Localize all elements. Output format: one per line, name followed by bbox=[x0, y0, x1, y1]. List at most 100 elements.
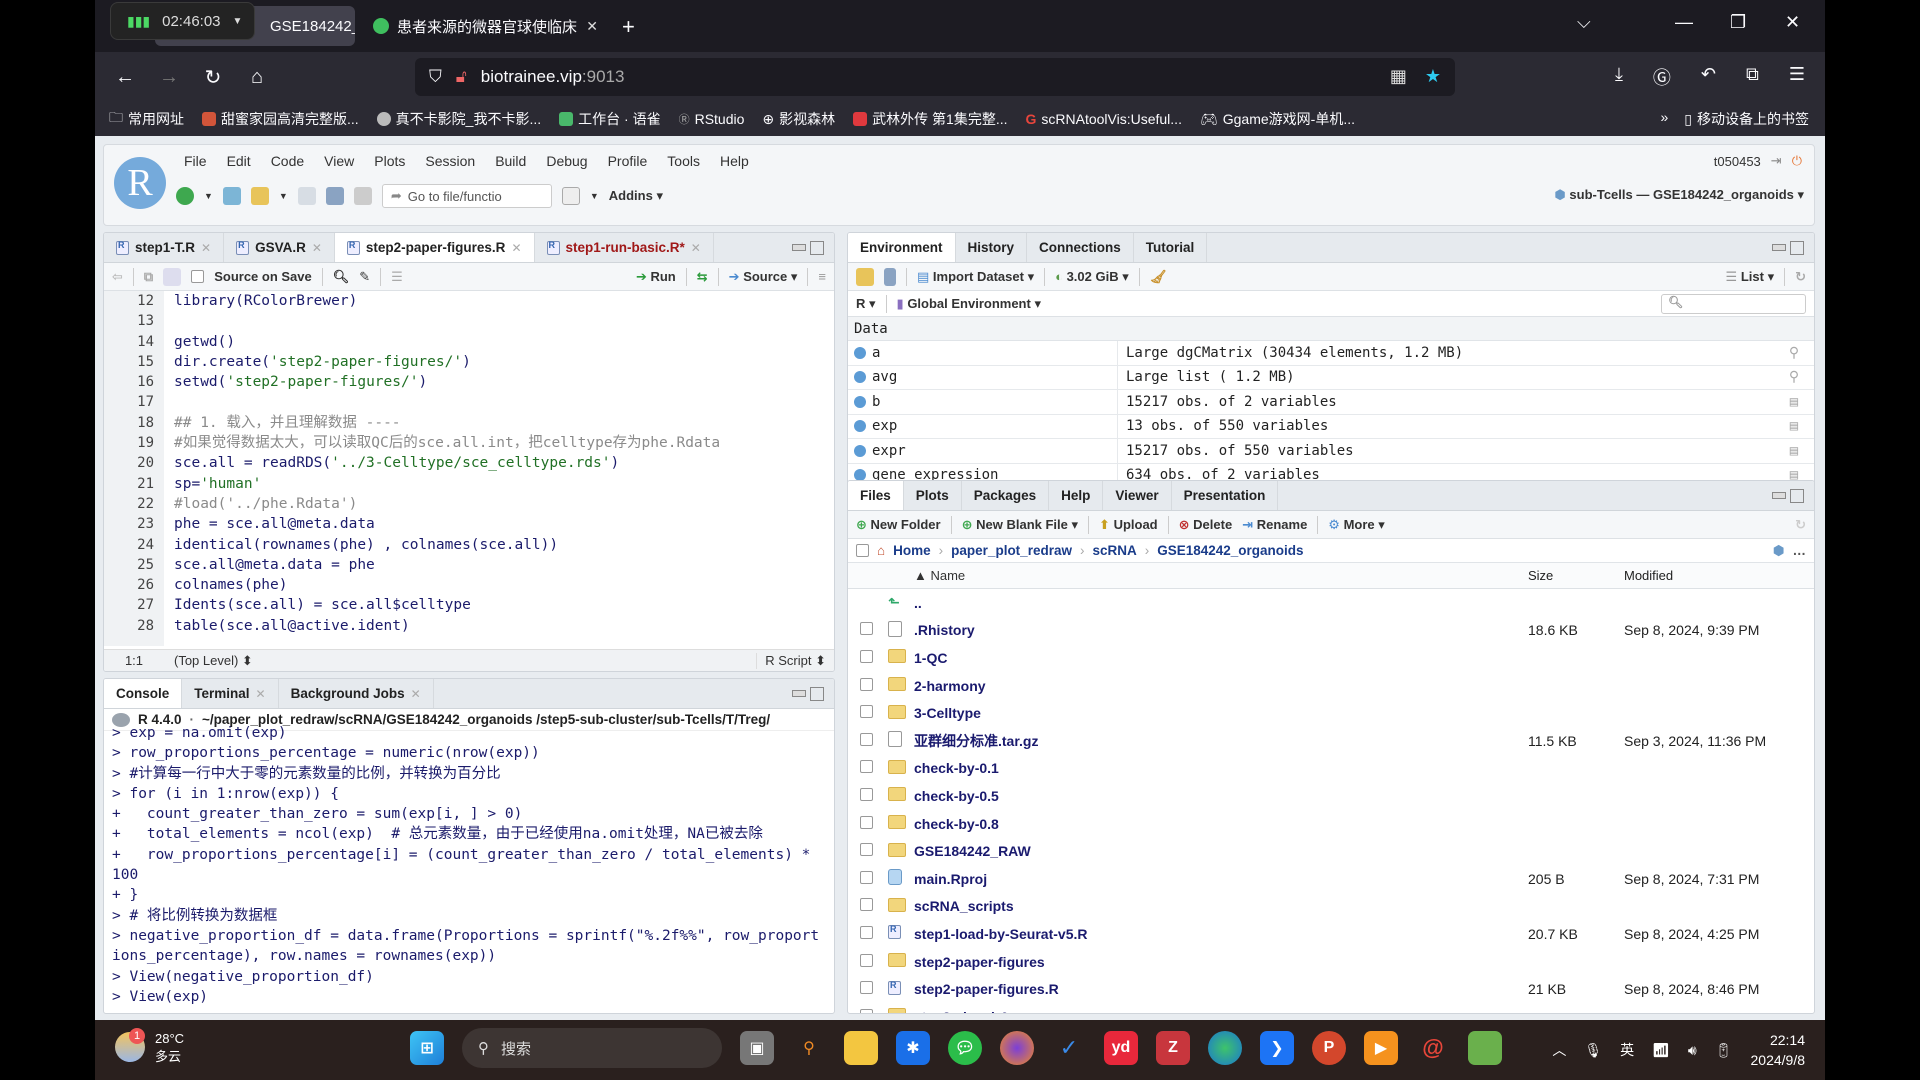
menu-tools[interactable]: Tools bbox=[667, 153, 700, 169]
restore-button[interactable]: ❐ bbox=[1730, 12, 1746, 33]
memory-usage[interactable]: ◐ 3.02 GiB ▾ bbox=[1055, 269, 1129, 285]
view-table-icon[interactable]: ▤ bbox=[1774, 443, 1814, 459]
show-in-window-icon[interactable]: ⧉ bbox=[144, 269, 153, 285]
code-line[interactable]: 20 sce.all = readRDS('../3-Celltype/sce_c… bbox=[104, 453, 834, 473]
reload-button[interactable]: ↻ bbox=[191, 65, 235, 90]
battery-icon[interactable]: 🔋︎ bbox=[1715, 1042, 1733, 1059]
code-line[interactable]: 17 bbox=[104, 392, 834, 412]
layout-grid-icon[interactable] bbox=[561, 187, 580, 205]
sign-out-icon[interactable]: ⇥ bbox=[1771, 153, 1782, 169]
import-dataset-button[interactable]: ▤ Import Dataset ▾ bbox=[917, 269, 1034, 285]
edge-icon[interactable] bbox=[1208, 1031, 1242, 1065]
code-line[interactable]: 19 #如果觉得数据太大，可以读取QC后的sce.all.int，把celltyp… bbox=[104, 433, 834, 453]
home-button[interactable]: ⌂ bbox=[235, 66, 279, 89]
taskbar-search[interactable]: ⚲ 搜索 bbox=[462, 1028, 722, 1068]
expand-icon[interactable] bbox=[854, 346, 866, 359]
menu-profile[interactable]: Profile bbox=[608, 153, 648, 169]
breadcrumb-home[interactable]: Home bbox=[893, 543, 931, 558]
code-line[interactable]: 18 ## 1. 载入，并且理解数据 ---- bbox=[104, 413, 834, 433]
close-icon[interactable]: ✕ bbox=[411, 687, 421, 701]
close-icon[interactable]: ✕ bbox=[511, 241, 521, 255]
tab-environment[interactable]: Environment bbox=[848, 233, 956, 262]
source-on-save-checkbox[interactable] bbox=[191, 270, 205, 283]
new-blank-file-button[interactable]: ⊕ New Blank File ▾ bbox=[962, 517, 1078, 533]
code-tools-wand-icon[interactable]: ✎ bbox=[359, 269, 370, 285]
scope-selector[interactable]: (Top Level) ⬍ bbox=[164, 653, 253, 669]
power-icon[interactable]: ⏻ bbox=[1792, 153, 1802, 169]
file-explorer-icon[interactable] bbox=[844, 1031, 878, 1065]
file-row[interactable]: main.Rproj 205 B Sep 8, 2024, 7:31 PM bbox=[848, 865, 1814, 893]
code-line[interactable]: 27 Idents(sce.all) = sce.all$celltype bbox=[104, 595, 834, 615]
maximize-pane-icon[interactable] bbox=[810, 240, 824, 255]
menu-edit[interactable]: Edit bbox=[227, 153, 251, 169]
insecure-lock-icon[interactable]: 🔓︎ bbox=[456, 67, 467, 87]
file-name-link[interactable]: check-by-0.5 bbox=[914, 788, 1528, 804]
back-arrow-icon[interactable]: ⇦ bbox=[112, 269, 123, 285]
forward-button[interactable]: → bbox=[147, 66, 191, 89]
file-checkbox[interactable] bbox=[860, 732, 873, 746]
grammarly-icon[interactable]: Ⓖ bbox=[1653, 64, 1671, 90]
broom-clear-icon[interactable]: 🧹︎ bbox=[1150, 269, 1167, 285]
back-button[interactable]: ← bbox=[103, 66, 147, 89]
expand-icon[interactable] bbox=[854, 395, 866, 408]
menu-file[interactable]: File bbox=[184, 153, 207, 169]
breadcrumb-item[interactable]: paper_plot_redraw bbox=[951, 543, 1072, 558]
language-dropdown[interactable]: R ▾ bbox=[856, 296, 876, 312]
file-row[interactable]: check-by-0.5 bbox=[848, 782, 1814, 810]
new-file-icon[interactable] bbox=[176, 187, 194, 205]
file-name-link[interactable]: 2-harmony bbox=[914, 678, 1528, 694]
close-icon[interactable]: ✕ bbox=[691, 241, 701, 255]
task-view-icon[interactable]: ▣ bbox=[740, 1031, 774, 1065]
code-line[interactable]: 13 bbox=[104, 311, 834, 331]
file-name-link[interactable]: 3-Celltype bbox=[914, 705, 1528, 721]
feishu-icon[interactable]: ❯ bbox=[1260, 1031, 1294, 1065]
tab-plots[interactable]: Plots bbox=[904, 481, 962, 510]
tab-list-icon[interactable]: ⌵ bbox=[1577, 12, 1591, 33]
video-app-icon[interactable]: ▶ bbox=[1364, 1031, 1398, 1065]
tab-help[interactable]: Help bbox=[1049, 481, 1104, 510]
code-line[interactable]: 16 setwd('step2-paper-figures/') bbox=[104, 372, 834, 392]
source-button[interactable]: ➔ Source ▾ bbox=[729, 269, 798, 285]
microphone-icon[interactable]: 🎙︎ bbox=[1584, 1042, 1602, 1059]
close-window-button[interactable]: ✕ bbox=[1785, 12, 1800, 33]
tab-packages[interactable]: Packages bbox=[962, 481, 1050, 510]
file-name-link[interactable]: 1-QC bbox=[914, 650, 1528, 666]
code-line[interactable]: 15 dir.create('step2-paper-figures/') bbox=[104, 352, 834, 372]
code-line[interactable]: 24 identical(rownames(phe) , colnames(sce… bbox=[104, 535, 834, 555]
expand-icon[interactable] bbox=[854, 444, 866, 457]
environment-row[interactable]: a Large dgCMatrix (30434 elements, 1.2 MB… bbox=[848, 341, 1814, 366]
everything-search-icon[interactable]: ⚲ bbox=[792, 1031, 826, 1065]
chevron-down-icon[interactable]: ▼ bbox=[233, 16, 243, 27]
file-row[interactable]: step1-load-by-Seurat-v5.R20.7 KB Sep 8, 2… bbox=[848, 920, 1814, 948]
rerun-icon[interactable]: ⇆ bbox=[697, 269, 708, 285]
app-icon-7[interactable]: ✓ bbox=[1052, 1031, 1086, 1065]
tab-console[interactable]: Console bbox=[104, 679, 183, 708]
environment-row[interactable]: expr 15217 obs. of 550 variables ▤ bbox=[848, 439, 1814, 464]
tab-viewer[interactable]: Viewer bbox=[1103, 481, 1172, 510]
expand-icon[interactable] bbox=[854, 420, 866, 433]
bookmark-item[interactable]: 甜蜜家园高清完整版... bbox=[202, 109, 359, 129]
sort-by-modified[interactable]: Modified bbox=[1624, 568, 1814, 583]
code-area[interactable]: 12 library(RColorBrewer) 13 14 getwd() 15 dir.… bbox=[104, 291, 834, 646]
file-name-link[interactable]: main.Rproj bbox=[914, 871, 1528, 887]
code-line[interactable]: 23 phe = sce.all@meta.data bbox=[104, 514, 834, 534]
file-checkbox[interactable] bbox=[860, 953, 873, 967]
mobile-bookmarks[interactable]: ▯ 移动设备上的书签 bbox=[1684, 109, 1809, 129]
menu-build[interactable]: Build bbox=[495, 153, 526, 169]
maximize-pane-icon[interactable] bbox=[810, 686, 824, 701]
volume-icon[interactable]: 🔊︎ bbox=[1688, 1042, 1697, 1059]
bookmark-star-icon[interactable]: ★ bbox=[1425, 66, 1441, 87]
home-icon[interactable]: ⌂ bbox=[877, 543, 885, 558]
bookmark-item[interactable]: 🗀︎ 常用网址 bbox=[109, 107, 184, 131]
go-to-project-dir-icon[interactable]: ⬢ bbox=[1773, 543, 1785, 559]
editor-tab[interactable]: step1-T.R✕ bbox=[104, 233, 225, 262]
bookmark-item[interactable]: Ⓡ RStudio bbox=[679, 111, 745, 127]
file-name-link[interactable]: step2-paper-figures.R bbox=[914, 981, 1528, 997]
browser-tab[interactable]: 患者来源的微器官球使临床精准 ✕ bbox=[363, 6, 608, 46]
wifi-icon[interactable]: 📶︎ bbox=[1652, 1042, 1670, 1059]
file-checkbox[interactable] bbox=[860, 843, 873, 857]
project-menu[interactable]: ⬢ sub-Tcells — GSE184242_organoids ▾ bbox=[1554, 187, 1804, 203]
file-row[interactable]: step2-paper-figures.R21 KB Sep 8, 2024, 8… bbox=[848, 975, 1814, 1003]
editor-tab[interactable]: GSVA.R✕ bbox=[224, 233, 335, 262]
file-checkbox[interactable] bbox=[860, 1008, 873, 1013]
